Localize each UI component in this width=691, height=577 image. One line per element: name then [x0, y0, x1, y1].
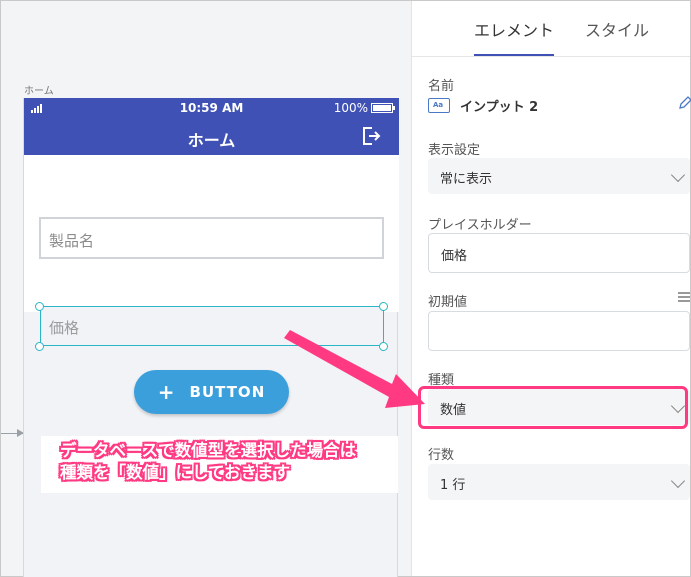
display-value: 常に表示: [440, 172, 493, 187]
plus-icon: +: [157, 380, 176, 404]
resize-handle-bottom-left[interactable]: [35, 342, 44, 351]
page-title: ホーム: [187, 131, 236, 150]
rows-select[interactable]: 1 行: [428, 464, 690, 500]
initial-value-input[interactable]: [428, 311, 690, 351]
chevron-down-icon: [670, 473, 686, 489]
panel-tabs: エレメント スタイル: [412, 1, 690, 57]
product-name-placeholder: 製品名: [49, 232, 95, 250]
annotation-line-2: 種類を「数値」にしておきます: [60, 463, 291, 482]
list-icon[interactable]: [678, 292, 690, 304]
display-label: 表示設定: [428, 143, 481, 158]
resize-handle-top-right[interactable]: [379, 302, 388, 311]
add-button[interactable]: + BUTTON: [134, 370, 289, 414]
name-label: 名前: [428, 79, 455, 94]
logout-icon[interactable]: [361, 126, 381, 146]
screen-caption: ホーム: [24, 86, 54, 97]
type-highlight-box: [418, 386, 688, 429]
placeholder-label: プレイスホルダー: [428, 218, 532, 233]
battery-icon: [371, 103, 395, 113]
chevron-down-icon: [670, 167, 686, 183]
status-battery: 100%: [333, 101, 395, 115]
product-name-input[interactable]: 製品名: [39, 217, 384, 259]
resize-handle-top-left[interactable]: [35, 302, 44, 311]
edit-name-icon[interactable]: [678, 96, 691, 110]
button-label: BUTTON: [189, 383, 266, 401]
resize-handle-bottom-right[interactable]: [379, 342, 388, 351]
rows-value: 1 行: [440, 478, 466, 493]
active-tab-indicator: [474, 54, 554, 56]
rows-label: 行数: [428, 448, 455, 463]
element-name: インプット 2: [460, 100, 539, 115]
status-bar: 10:59 AM 100%: [24, 98, 399, 118]
input-type-icon: Aa: [428, 98, 450, 113]
battery-percent: 100%: [333, 101, 368, 115]
annotation-text: データベースで数値型を選択した場合は 種類を「数値」にしておきます: [60, 440, 356, 484]
price-input-selected[interactable]: 価格: [40, 306, 384, 346]
annotation-line-1: データベースで数値型を選択した場合は: [60, 441, 357, 460]
app-header: ホーム: [24, 118, 399, 155]
initial-value-label: 初期値: [428, 295, 468, 310]
name-row: Aa インプット 2: [428, 96, 538, 115]
tab-style[interactable]: スタイル: [585, 17, 649, 41]
placeholder-value: 価格: [441, 249, 468, 264]
display-select[interactable]: 常に表示: [428, 158, 690, 194]
tab-element[interactable]: エレメント: [474, 17, 554, 41]
price-placeholder: 価格: [49, 319, 80, 337]
phone-preview: 10:59 AM 100% ホーム 製品名 価格 + BUTTON: [23, 98, 399, 577]
properties-panel: エレメント スタイル 名前 Aa インプット 2 表示設定 常に表示 プレイスホ…: [412, 1, 691, 576]
placeholder-input[interactable]: 価格: [428, 233, 690, 273]
